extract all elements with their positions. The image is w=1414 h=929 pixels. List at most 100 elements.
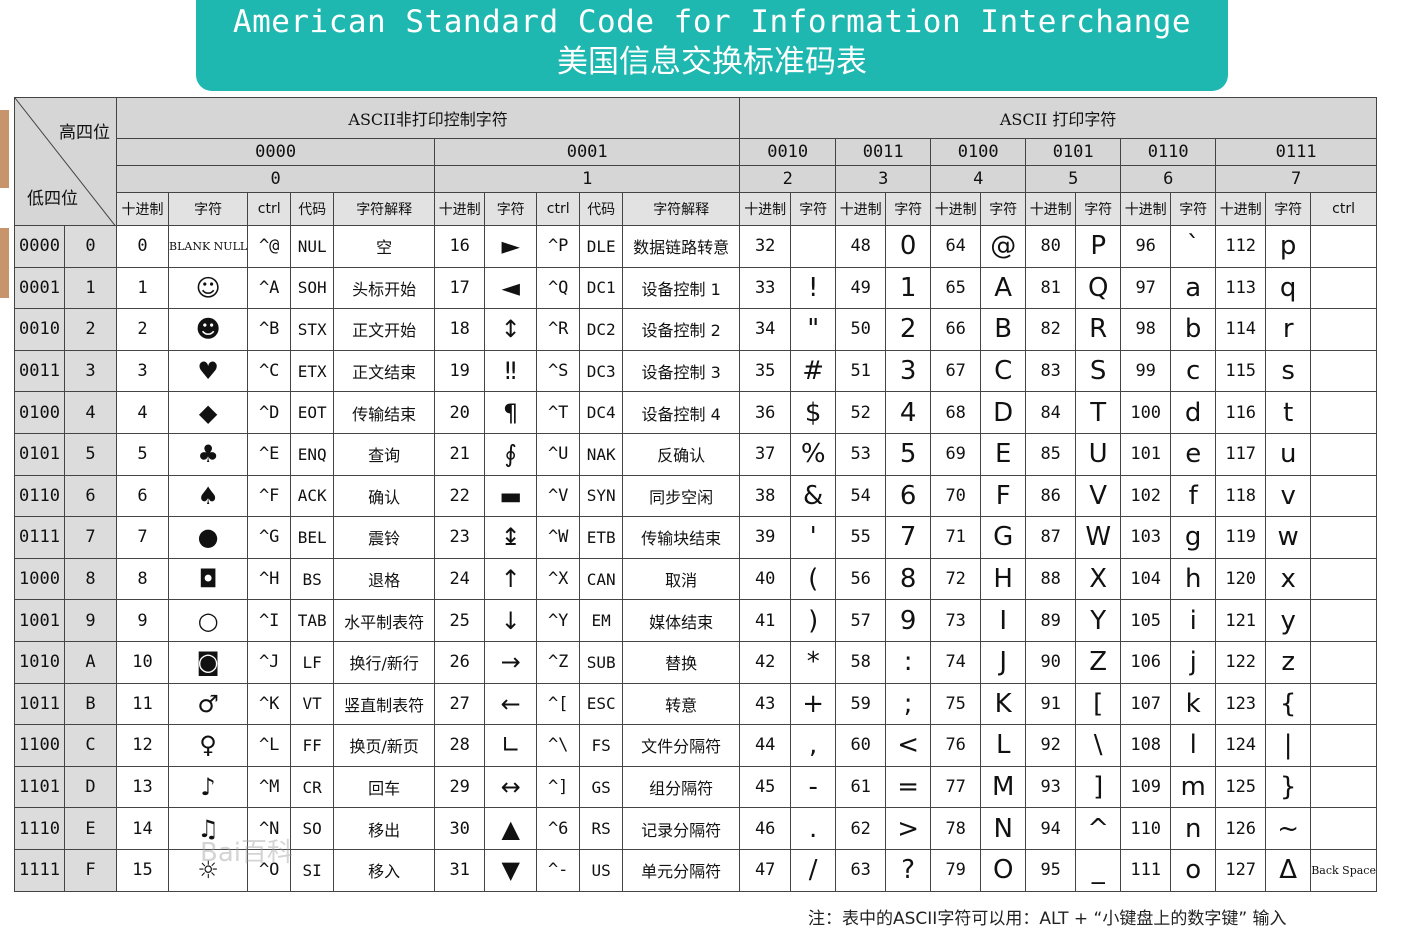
char-cell: ] [1075, 765, 1122, 809]
row-binary: 0001 [14, 266, 65, 310]
description-cell: 取消 [622, 557, 741, 601]
code-cell: STX [290, 308, 335, 351]
char-cell: ' [790, 516, 837, 559]
char-cell [790, 225, 837, 268]
description-cell: 查询 [333, 432, 436, 476]
table-row: 0101 5 5 ♣ ^E ENQ 查询 21 ∮ ^U NAK 反确认 37% 53 5 69 E 85 U 101… [14, 432, 1377, 476]
char-cell: ∮ [484, 432, 538, 476]
char-cell: & [790, 474, 837, 518]
ctrl-cell [1310, 391, 1377, 434]
ctrl-cell: ^I [247, 599, 292, 642]
description-cell: 替换 [622, 640, 741, 684]
decimal-cell: 104 [1120, 557, 1172, 601]
description-cell: 换页/新页 [333, 724, 436, 767]
decimal-cell: 78 [930, 807, 982, 850]
decimal-cell: 63 [835, 848, 887, 892]
char-cell: " [790, 308, 837, 351]
char-cell: K [980, 682, 1027, 726]
ctrl-cell: Back Space [1310, 848, 1377, 892]
char-cell: ◙ [167, 640, 249, 684]
code-cell: SYN [579, 474, 624, 518]
decimal-cell: 105 [1120, 599, 1172, 642]
char-cell: B [980, 308, 1027, 351]
subheader-char: 字符 [484, 192, 538, 226]
table-row: 0100 4 4 ◆ ^D EOT 传输结束 20 ¶ ^T DC4 设备控制 4 36 $52 4 68 D 8… [14, 391, 1377, 434]
description-cell: 换行/新行 [333, 640, 436, 684]
decimal-cell: 36 [739, 391, 792, 434]
subheader-ctrl: ctrl [247, 192, 292, 226]
decimal-cell: 21 [434, 432, 486, 476]
char-cell: ☻ [167, 308, 249, 351]
char-cell: { [1265, 682, 1312, 726]
group-binary-header: 0110 [1120, 138, 1217, 166]
group-number-header: 5 [1025, 165, 1122, 193]
subheader-char: 字符 [1170, 192, 1217, 226]
char-cell: T [1075, 391, 1122, 434]
decimal-cell: 44 [739, 724, 792, 767]
subheader-ctrl: ctrl [1310, 192, 1377, 226]
row-binary: 1011 [14, 682, 65, 726]
decimal-cell: 96 [1120, 225, 1172, 268]
decimal-cell: 110 [1120, 807, 1172, 850]
subheader-decimal: 十进制 [930, 192, 982, 226]
char-cell: a [1170, 266, 1217, 310]
decimal-cell: 124 [1215, 724, 1267, 767]
decimal-cell: 12 [116, 724, 169, 767]
table-row: 0000 0 0 BLANK NULL ^@ NUL 空 16 ► ^P DLE 数据链路转意 32 48… [14, 225, 1377, 268]
row-binary: 1100 [14, 724, 65, 767]
subheader-decimal: 十进制 [116, 192, 169, 226]
char-cell: = [885, 765, 932, 809]
char-cell: c [1170, 349, 1217, 393]
decimal-cell: 19 [434, 349, 486, 393]
char-cell: y [1265, 599, 1312, 642]
code-cell: US [579, 848, 624, 892]
char-cell: F [980, 474, 1027, 518]
decimal-cell: 58 [835, 640, 887, 684]
title-banner: American Standard Code for Information I… [196, 0, 1228, 91]
description-cell: 组分隔符 [622, 765, 741, 809]
char-cell: i [1170, 599, 1217, 642]
ctrl-cell: ^J [247, 640, 292, 684]
char-cell: ( [790, 557, 837, 601]
char-cell: Z [1075, 640, 1122, 684]
ctrl-cell: ^A [247, 266, 292, 310]
decimal-cell: 123 [1215, 682, 1267, 726]
ctrl-cell: ^K [247, 682, 292, 726]
decimal-cell: 113 [1215, 266, 1267, 310]
char-cell: * [790, 640, 837, 684]
decimal-cell: 31 [434, 848, 486, 892]
decimal-cell: 70 [930, 474, 982, 518]
row-hex: 1 [64, 266, 117, 310]
char-cell: ◆ [167, 391, 249, 434]
char-cell: - [790, 765, 837, 809]
decimal-cell: 50 [835, 308, 887, 351]
group-number-header: 6 [1120, 165, 1217, 193]
char-cell: G [980, 516, 1027, 559]
ctrl-cell: ^R [536, 308, 581, 351]
decimal-cell: 47 [739, 848, 792, 892]
char-cell: ♠ [167, 474, 249, 518]
char-cell: H [980, 557, 1027, 601]
group-binary-header: 0100 [930, 138, 1027, 166]
decimal-cell: 3 [116, 349, 169, 393]
decimal-cell: 120 [1215, 557, 1267, 601]
row-binary: 0000 [14, 225, 65, 268]
subheader-description: 字符解释 [622, 192, 741, 226]
code-cell: DC1 [579, 266, 624, 310]
char-cell: d [1170, 391, 1217, 434]
section-control-header: ASCII非打印控制字符 [115, 97, 741, 139]
decimal-cell: 106 [1120, 640, 1172, 684]
char-cell: m [1170, 765, 1217, 809]
char-cell: S [1075, 349, 1122, 393]
char-cell: ↓ [484, 599, 538, 642]
group-number-header: 4 [930, 165, 1027, 193]
decimal-cell: 76 [930, 724, 982, 767]
ctrl-cell: ^6 [536, 807, 581, 850]
char-cell: h [1170, 557, 1217, 601]
decimal-cell: 118 [1215, 474, 1267, 518]
table-row: 1011 B 11 ♂ ^K VT 竖直制表符 27 ← ^[ESC 转意 43 +59; 75 K 91[1… [14, 682, 1377, 726]
code-cell: EOT [290, 391, 335, 434]
decimal-cell: 39 [739, 516, 792, 559]
description-cell: 设备控制 4 [622, 391, 741, 434]
decimal-cell: 125 [1215, 765, 1267, 809]
